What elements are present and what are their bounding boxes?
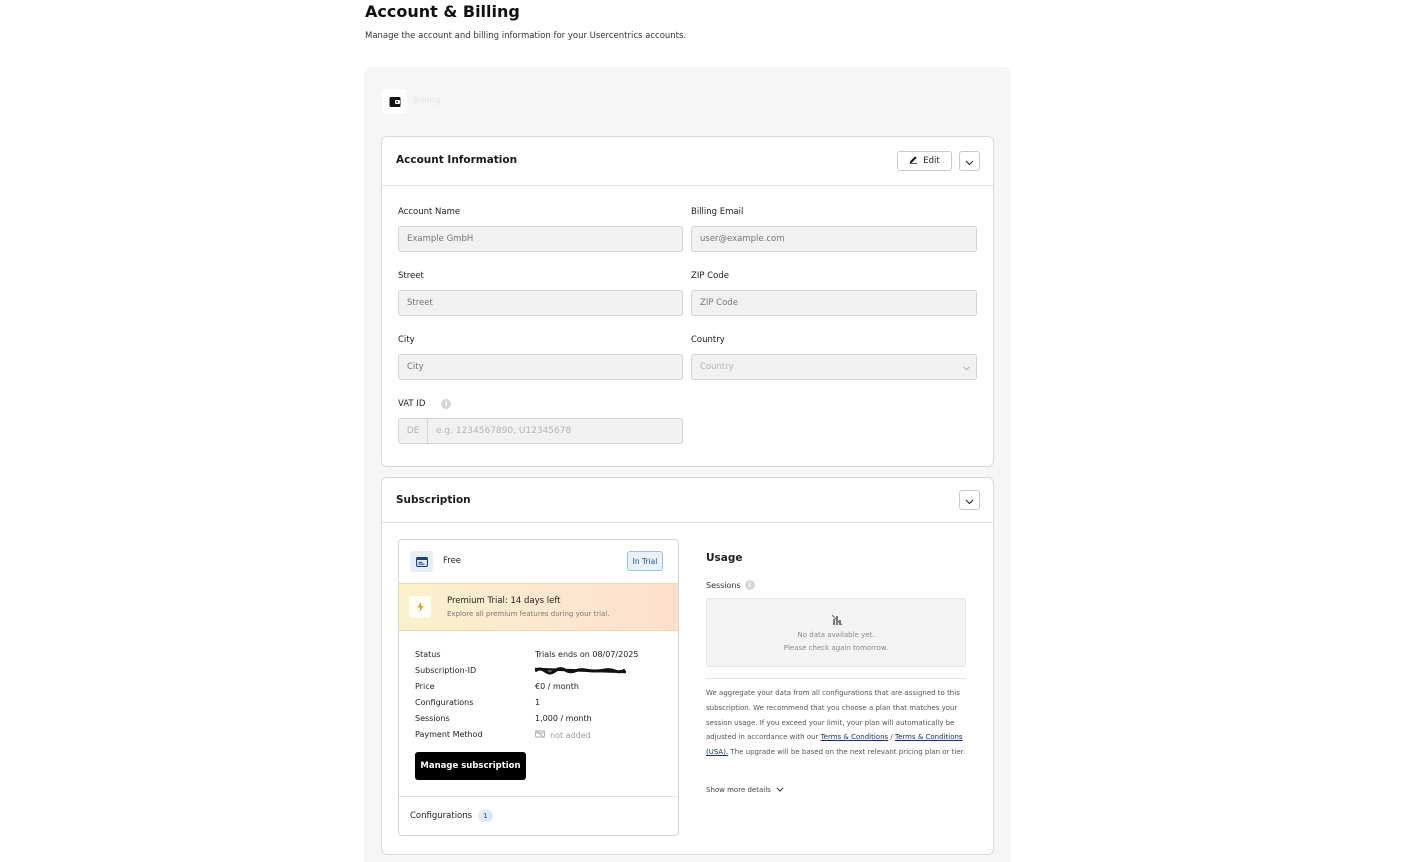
show-more-label: Show more details: [706, 786, 771, 794]
wallet-icon: [382, 89, 407, 114]
configurations-value: 1: [535, 698, 541, 707]
info-icon[interactable]: i: [441, 399, 452, 409]
country-select-placeholder: Country: [700, 362, 734, 372]
trial-badge: In Trial: [627, 551, 663, 571]
billing-email-input[interactable]: [691, 226, 977, 252]
vat-country-prefix: DE: [399, 419, 428, 443]
zip-code-input[interactable]: [691, 290, 977, 316]
pencil-icon: [909, 155, 918, 167]
status-label: Status: [415, 650, 441, 659]
show-more-details-button[interactable]: Show more details: [706, 786, 784, 794]
vat-id-label: VAT ID: [398, 399, 426, 409]
plan-browser-icon: [410, 551, 433, 572]
chevron-down-icon: [965, 493, 974, 508]
usage-empty-state: No data available yet. Please check agai…: [706, 598, 966, 667]
page-subtitle: Manage the account and billing informati…: [365, 31, 687, 41]
chevron-down-icon: [965, 154, 974, 169]
configurations-label: Configurations: [415, 698, 474, 707]
divider: [399, 796, 678, 797]
subscription-title: Subscription: [396, 494, 471, 506]
price-label: Price: [415, 682, 435, 691]
lightning-icon: [409, 596, 431, 618]
configurations-count-badge: 1: [478, 810, 493, 822]
account-information-title: Account Information: [396, 154, 518, 166]
billing-email-label: Billing Email: [691, 207, 744, 217]
account-information-card: Account Information Edit Account Name Bi…: [381, 136, 994, 467]
usage-empty-line2: Please check again tomorrow.: [783, 644, 889, 652]
subscription-collapse-button[interactable]: [959, 490, 980, 510]
payment-method-value: not added: [550, 730, 591, 740]
payment-method-value-row: not added: [535, 730, 591, 740]
manage-subscription-button[interactable]: Manage subscription: [415, 752, 526, 780]
plan-name: Free: [443, 556, 462, 566]
vat-id-field[interactable]: DE e.g. 1234567890, U12345678: [398, 418, 683, 444]
divider: [706, 678, 966, 679]
usage-empty-line1: No data available yet.: [797, 631, 875, 639]
city-label: City: [398, 335, 415, 345]
info-icon[interactable]: i: [744, 580, 755, 590]
price-value: €0 / month: [535, 682, 579, 691]
no-chart-icon: [831, 611, 843, 630]
redacted-subscription-id: [535, 667, 626, 675]
page-title: Account & Billing: [365, 2, 520, 21]
trial-banner: Premium Trial: 14 days left Explore all …: [399, 583, 678, 631]
zip-code-label: ZIP Code: [691, 271, 729, 281]
account-collapse-button[interactable]: [959, 151, 980, 171]
card-off-icon: [535, 730, 545, 740]
edit-button[interactable]: Edit: [897, 151, 952, 171]
country-select[interactable]: Country: [691, 354, 977, 380]
divider: [382, 185, 993, 186]
street-input[interactable]: [398, 290, 683, 316]
trial-banner-description: Explore all premium features during your…: [447, 610, 610, 618]
terms-link[interactable]: Terms & Conditions: [821, 733, 889, 741]
account-name-input[interactable]: [398, 226, 683, 252]
plan-card: Free In Trial Premium Trial: 14 days lef…: [398, 539, 679, 836]
edit-button-label: Edit: [923, 156, 940, 166]
status-value: Trials ends on 08/07/2025: [535, 650, 639, 659]
sessions-value: 1,000 / month: [535, 714, 592, 723]
subscription-id-label: Subscription-ID: [415, 666, 477, 675]
account-name-label: Account Name: [398, 207, 461, 217]
divider: [382, 522, 993, 523]
terms-separator: /: [890, 733, 893, 742]
sessions-label: Sessions: [415, 714, 450, 723]
city-input[interactable]: [398, 354, 683, 380]
payment-method-label: Payment Method: [415, 730, 483, 739]
wallet-label: Billing: [413, 96, 441, 106]
vat-id-placeholder: e.g. 1234567890, U12345678: [436, 426, 572, 436]
usage-sessions-label-row: Sessions i: [706, 580, 755, 590]
chevron-down-icon: [776, 786, 784, 794]
street-label: Street: [398, 271, 424, 281]
configurations-footer-label[interactable]: Configurations: [410, 811, 472, 821]
trial-banner-title: Premium Trial: 14 days left: [447, 596, 561, 606]
chevron-down-icon: [963, 364, 970, 374]
vat-id-label-row: VAT ID i: [398, 399, 452, 409]
usage-description: We aggregate your data from all configur…: [706, 686, 968, 760]
usage-title: Usage: [706, 552, 743, 564]
usage-description-part2: The upgrade will be based on the next re…: [730, 748, 966, 757]
usage-sessions-label: Sessions: [706, 580, 741, 590]
country-label: Country: [691, 335, 725, 345]
